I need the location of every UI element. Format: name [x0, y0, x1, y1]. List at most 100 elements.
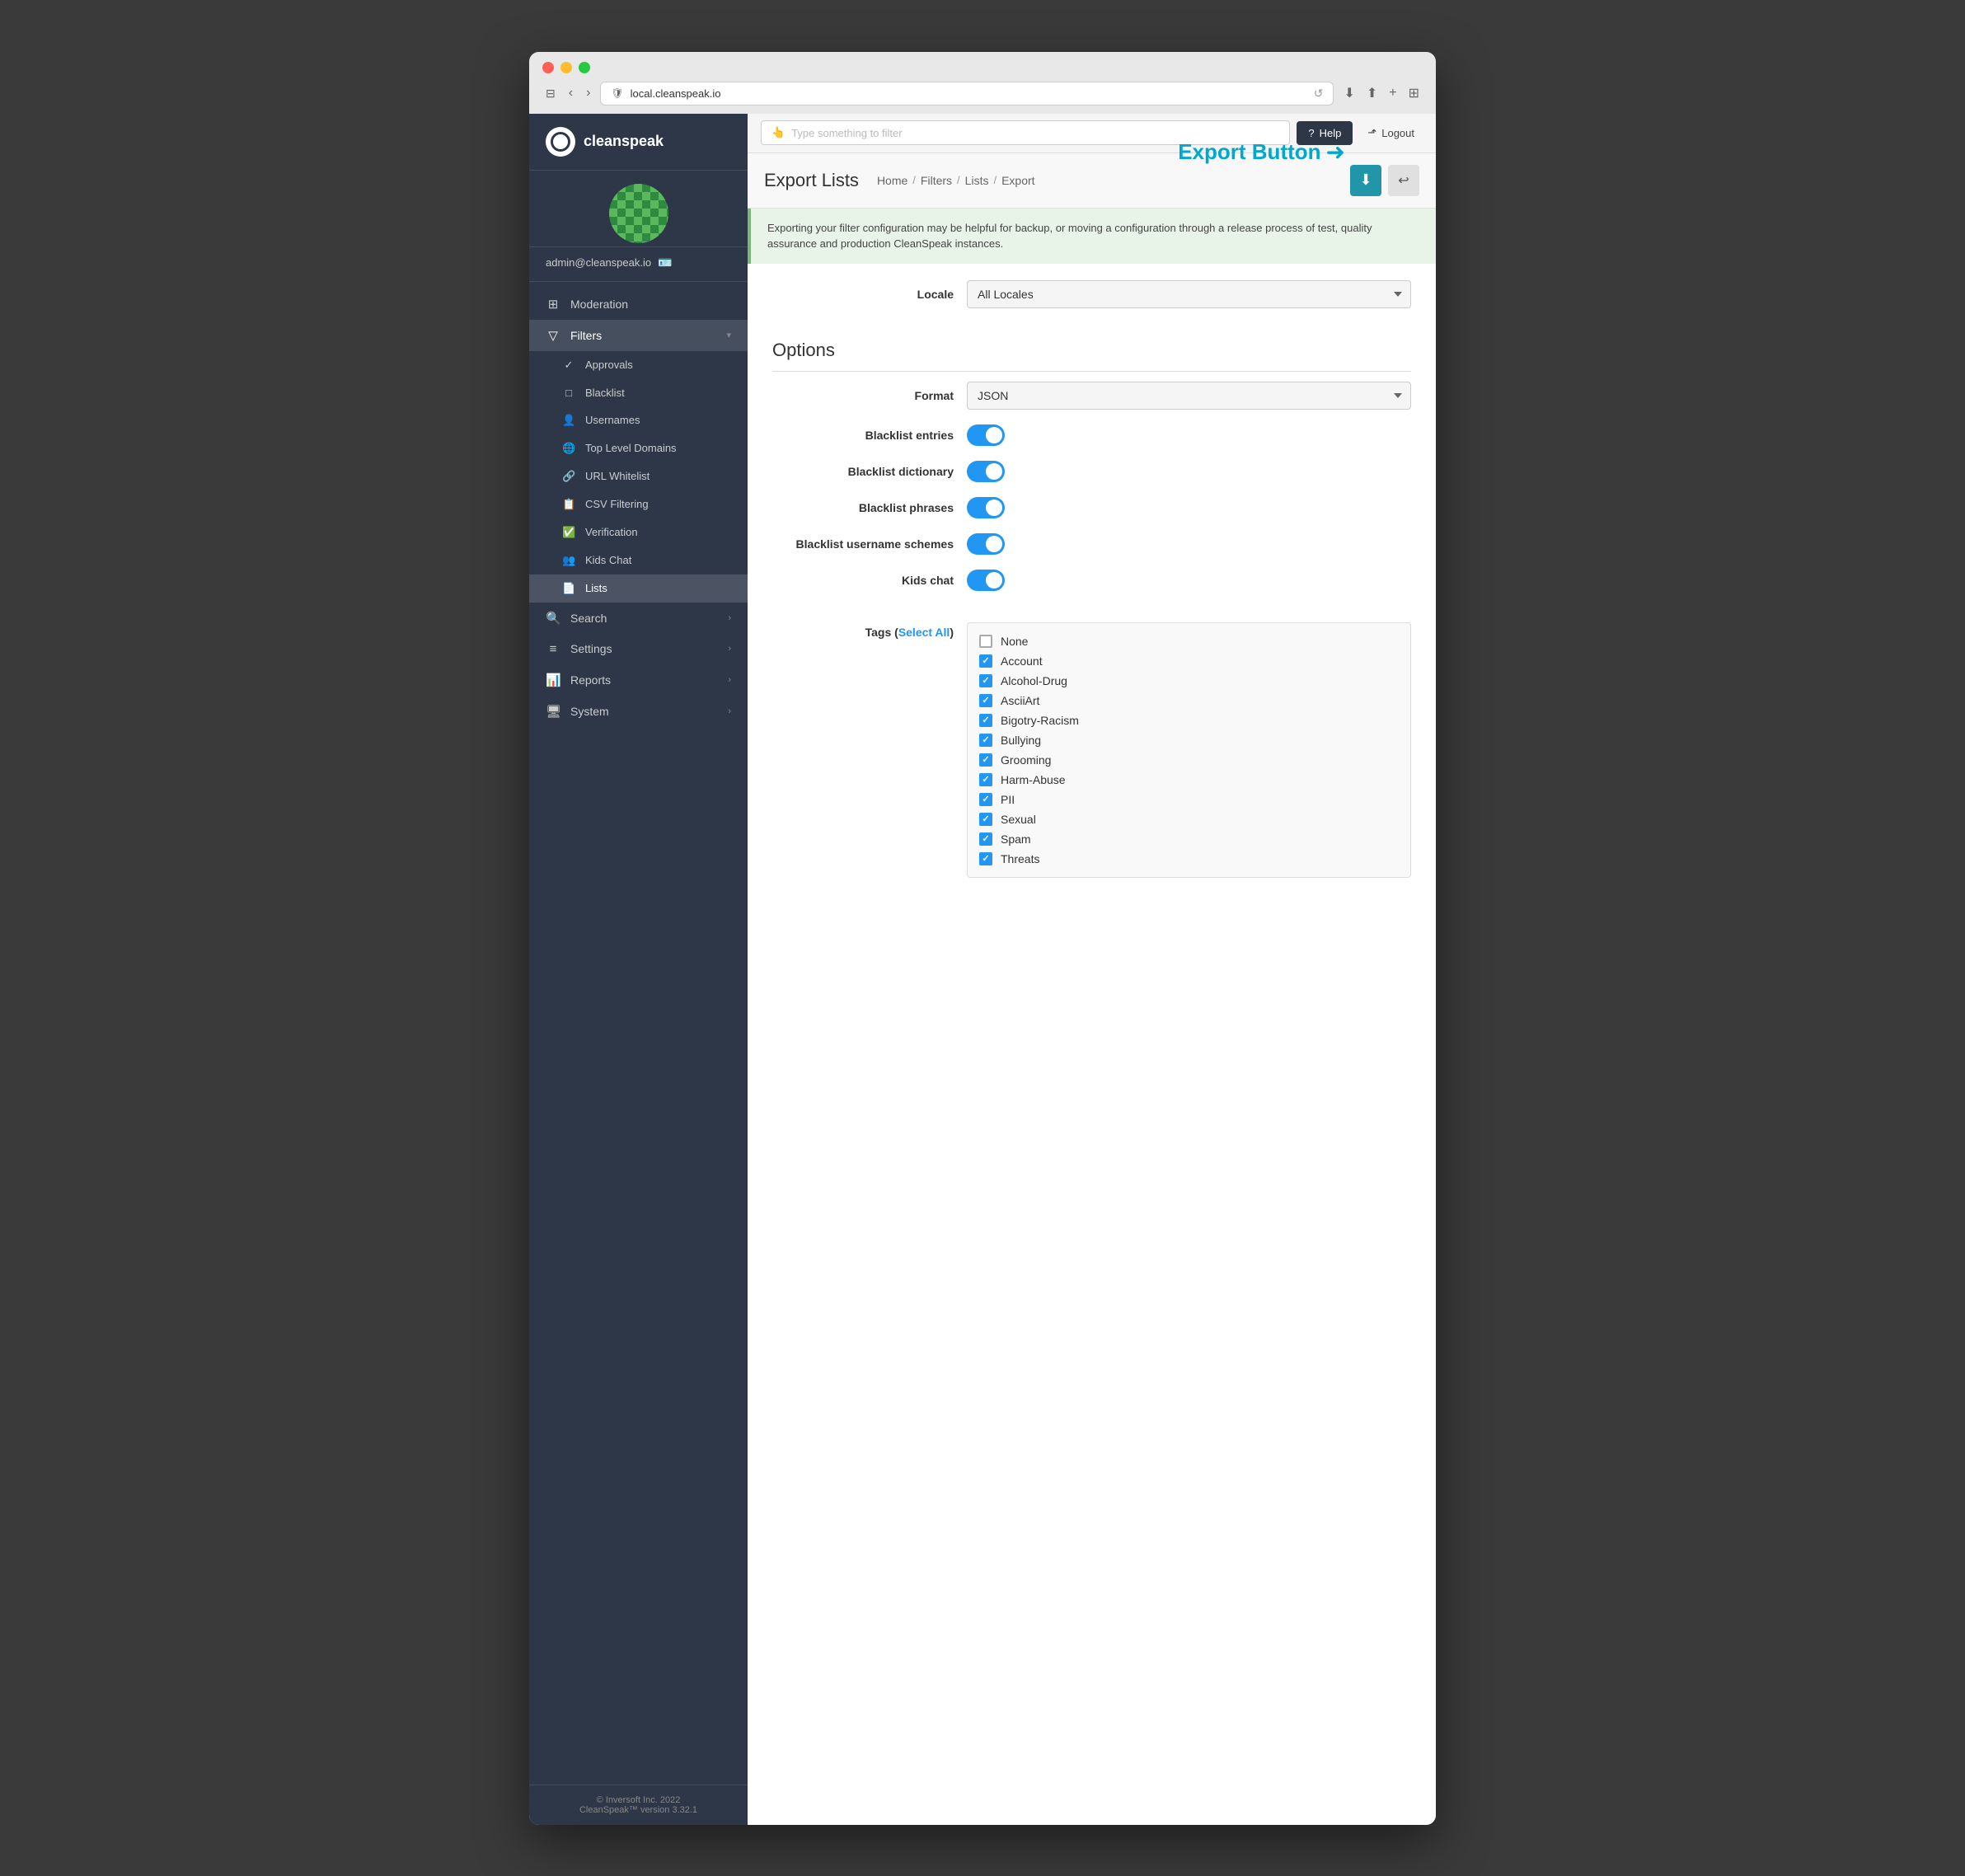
select-all-link[interactable]: Select All: [898, 626, 950, 639]
export-button[interactable]: ⬇: [1350, 165, 1381, 196]
blacklist-entries-row: Blacklist entries: [772, 424, 1411, 446]
traffic-light-green[interactable]: [579, 62, 590, 73]
sidebar-item-csv-filtering[interactable]: 📋 CSV Filtering: [529, 490, 748, 518]
locale-select[interactable]: All Locales English Spanish French: [967, 280, 1411, 308]
address-bar[interactable]: 🛡 local.cleanspeak.io ↺: [600, 82, 1334, 106]
sidebar-item-search[interactable]: 🔍 Search ›: [529, 603, 748, 634]
options-title: Options: [772, 340, 1411, 372]
sidebar-item-usernames[interactable]: 👤 Usernames: [529, 406, 748, 434]
sidebar-item-url-whitelist[interactable]: 🔗 URL Whitelist: [529, 462, 748, 490]
help-button[interactable]: ? Help: [1297, 121, 1353, 145]
kids-chat-toggle[interactable]: [967, 570, 1005, 591]
traffic-light-yellow[interactable]: [560, 62, 572, 73]
filter-input[interactable]: 👆 Type something to filter: [761, 120, 1290, 145]
top-bar: 👆 Type something to filter ? Help ⬏ Logo…: [748, 114, 1436, 153]
breadcrumb-lists[interactable]: Lists: [965, 174, 989, 187]
filter-placeholder: Type something to filter: [791, 127, 902, 139]
list-item: ✓Grooming: [979, 750, 1399, 770]
monitor-icon: 🖥: [546, 704, 560, 719]
shield-icon: 🛡: [611, 87, 623, 99]
top-level-domains-label: Top Level Domains: [585, 442, 677, 454]
header-actions: Export Button ➜ ⬇ ↩: [1350, 165, 1419, 196]
tag-label: Alcohol-Drug: [1001, 674, 1067, 687]
tag-checkbox[interactable]: ✓: [979, 813, 992, 826]
sidebar-item-moderation[interactable]: ⊞ Moderation: [529, 288, 748, 320]
sidebar-item-top-level-domains[interactable]: 🌐 Top Level Domains: [529, 434, 748, 462]
tag-checkbox[interactable]: ✓: [979, 734, 992, 747]
tag-checkbox[interactable]: ✓: [979, 852, 992, 865]
breadcrumb-filters[interactable]: Filters: [921, 174, 952, 187]
sidebar-item-settings[interactable]: ≡ Settings ›: [529, 634, 748, 664]
list-item: ✓ Spam: [979, 829, 1399, 849]
breadcrumb-home[interactable]: Home: [877, 174, 907, 187]
sidebar-item-approvals[interactable]: ✓ Approvals: [529, 351, 748, 379]
tag-label: Harm-Abuse: [1001, 773, 1066, 786]
blacklist-dictionary-toggle[interactable]: [967, 461, 1005, 482]
new-tab-button[interactable]: +: [1386, 82, 1400, 105]
user-card-icon[interactable]: 🪪: [658, 256, 672, 270]
grid-button[interactable]: ⊞: [1405, 82, 1423, 105]
grid-icon: ⊞: [546, 297, 560, 312]
format-select[interactable]: JSON XML CSV: [967, 382, 1411, 410]
system-label: System: [570, 705, 718, 718]
url-text: local.cleanspeak.io: [631, 87, 721, 100]
logout-label: Logout: [1381, 127, 1414, 139]
list-item: ✓AsciiArt: [979, 691, 1399, 711]
traffic-light-red[interactable]: [542, 62, 554, 73]
approvals-label: Approvals: [585, 359, 633, 371]
locale-label: Locale: [772, 288, 954, 301]
tag-checkbox[interactable]: ✓: [979, 832, 992, 846]
sidebar-footer: © Inversoft Inc. 2022 CleanSpeak™ versio…: [529, 1785, 748, 1825]
page-title: Export Lists: [764, 170, 859, 191]
verify-icon: ✅: [562, 526, 575, 539]
tag-checkbox[interactable]: ✓: [979, 654, 992, 668]
blacklist-username-schemes-toggle[interactable]: [967, 533, 1005, 555]
sidebar-item-system[interactable]: 🖥 System ›: [529, 696, 748, 727]
blacklist-dictionary-label: Blacklist dictionary: [772, 465, 954, 478]
blacklist-entries-toggle[interactable]: [967, 424, 1005, 446]
tag-checkbox[interactable]: ✓: [979, 714, 992, 727]
tag-checkbox[interactable]: [979, 635, 992, 648]
download-button[interactable]: ⬇: [1340, 82, 1358, 105]
csv-filtering-label: CSV Filtering: [585, 498, 649, 510]
forward-nav-button[interactable]: ›: [583, 82, 593, 104]
logout-button[interactable]: ⬏ Logout: [1359, 120, 1423, 145]
back-nav-button[interactable]: ‹: [565, 82, 576, 104]
version-text: CleanSpeak™ version 3.32.1: [546, 1805, 731, 1815]
reload-icon[interactable]: ↺: [1314, 87, 1324, 101]
tag-checkbox[interactable]: ✓: [979, 773, 992, 786]
share-button[interactable]: ⬆: [1363, 82, 1381, 105]
tag-label: Threats: [1001, 852, 1039, 865]
help-label: Help: [1320, 127, 1342, 139]
tag-checkbox[interactable]: ✓: [979, 674, 992, 687]
sidebar-item-lists[interactable]: 📄 Lists: [529, 575, 748, 603]
tag-label: Sexual: [1001, 813, 1036, 826]
tags-section: Tags (Select All) None✓Account✓Alcohol-D…: [748, 622, 1436, 894]
blacklist-phrases-toggle[interactable]: [967, 497, 1005, 518]
tag-checkbox[interactable]: ✓: [979, 694, 992, 707]
list-icon: 📄: [562, 582, 575, 595]
sidebar-item-reports[interactable]: 📊 Reports ›: [529, 664, 748, 696]
content-header: Export Lists Home / Filters / Lists / Ex…: [748, 153, 1436, 209]
options-section: Options Format JSON XML CSV: [748, 340, 1436, 622]
list-item: ✓Bigotry-Racism: [979, 711, 1399, 730]
sidebar-item-blacklist[interactable]: □ Blacklist: [529, 379, 748, 406]
kids-icon: 👥: [562, 554, 575, 567]
tag-checkbox[interactable]: ✓: [979, 793, 992, 806]
list-item: ✓ Threats: [979, 849, 1399, 869]
tags-label-text: Tags: [865, 626, 892, 639]
tag-label: Spam: [1001, 832, 1031, 846]
back-button[interactable]: ↩: [1388, 165, 1419, 196]
breadcrumb-sep2: /: [957, 174, 960, 186]
blacklist-entries-label: Blacklist entries: [772, 429, 954, 442]
sidebar-item-filters[interactable]: ▽ Filters ▾: [529, 320, 748, 351]
sidebar-item-kids-chat[interactable]: 👥 Kids Chat: [529, 546, 748, 575]
link-icon: 🔗: [562, 470, 575, 483]
sidebar-toggle-button[interactable]: ⊟: [542, 83, 559, 104]
sidebar-item-verification[interactable]: ✅ Verification: [529, 518, 748, 546]
list-item: ✓Account: [979, 651, 1399, 671]
tag-checkbox[interactable]: ✓: [979, 753, 992, 767]
download-icon: ⬇: [1359, 171, 1372, 189]
settings-chevron-icon: ›: [728, 644, 731, 654]
filters-label: Filters: [570, 329, 716, 342]
